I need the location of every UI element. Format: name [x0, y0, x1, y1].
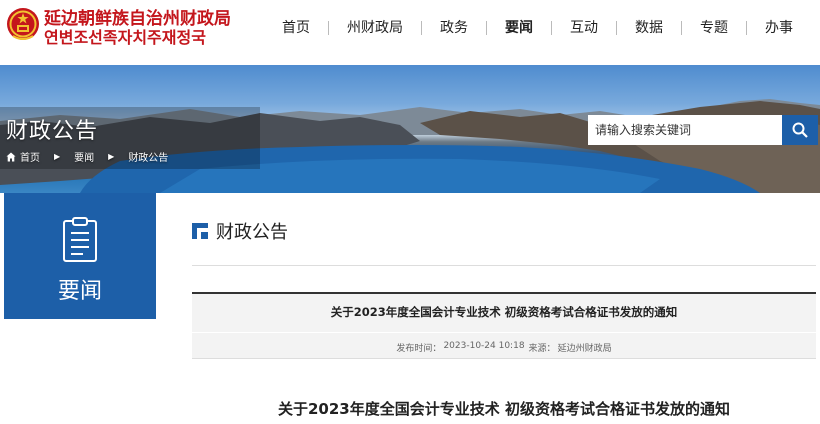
breadcrumb-home[interactable]: 首页	[20, 149, 40, 164]
article-box-divider	[192, 332, 816, 333]
section-marker-icon	[192, 223, 208, 239]
meta-date-label: 发布时间：	[396, 344, 442, 354]
site-header: 延边朝鲜族自治州财政局 연변조선족자치주재정국 首页 州财政局 政务 要闻 互动…	[0, 0, 820, 64]
nav-item-news[interactable]: 要闻	[487, 0, 551, 56]
breadcrumb: 首页 ▶ 要闻 ▶ 财政公告	[6, 149, 168, 164]
banner-title: 财政公告	[6, 119, 99, 144]
section-divider	[192, 265, 816, 266]
chevron-right-icon: ▶	[54, 152, 61, 161]
section-title: 财政公告	[216, 222, 288, 243]
nav-item-data[interactable]: 数据	[617, 0, 681, 56]
page-banner: 财政公告 首页 ▶ 要闻 ▶ 财政公告	[0, 65, 820, 193]
search-input[interactable]	[588, 115, 782, 145]
breadcrumb-news[interactable]: 要闻	[74, 149, 94, 164]
search-icon	[792, 122, 808, 138]
main-nav: 首页 州财政局 政务 要闻 互动 数据 专题 办事	[264, 0, 811, 56]
search-button[interactable]	[782, 115, 818, 145]
sidebar-category-card: 要闻	[4, 193, 156, 319]
meta-source-label: 来源：	[528, 344, 556, 354]
nav-item-home[interactable]: 首页	[264, 0, 328, 56]
nav-item-government-affairs[interactable]: 政务	[422, 0, 486, 56]
document-list-icon	[63, 217, 97, 262]
meta-source: 延边州财政局	[557, 344, 612, 354]
nav-item-services[interactable]: 办事	[747, 0, 811, 56]
home-icon	[6, 152, 16, 161]
search-bar	[588, 115, 818, 145]
article-heading: 关于2023年度全国会计专业技术 初级资格考试合格证书发放的通知	[278, 400, 730, 418]
article-meta: 发布时间： 2023-10-24 10:18 来源： 延边州财政局	[192, 341, 816, 354]
site-name-korean[interactable]: 연변조선족자치주재정국	[44, 24, 206, 48]
article-header-box: 关于2023年度全国会计专业技术 初级资格考试合格证书发放的通知 发布时间： 2…	[192, 292, 816, 358]
article-box-title: 关于2023年度全国会计专业技术 初级资格考试合格证书发放的通知	[330, 305, 678, 319]
sidebar-category-label[interactable]: 要闻	[4, 273, 156, 305]
nav-item-topics[interactable]: 专题	[682, 0, 746, 56]
nav-item-interaction[interactable]: 互动	[552, 0, 616, 56]
meta-date: 2023-10-24 10:18	[443, 341, 525, 351]
chevron-right-icon: ▶	[108, 152, 115, 161]
article-meta-divider	[192, 358, 816, 359]
nav-item-bureau[interactable]: 州财政局	[329, 0, 421, 56]
section-header: 财政公告	[192, 218, 288, 244]
national-emblem-icon[interactable]	[6, 6, 40, 42]
breadcrumb-current[interactable]: 财政公告	[128, 149, 168, 164]
